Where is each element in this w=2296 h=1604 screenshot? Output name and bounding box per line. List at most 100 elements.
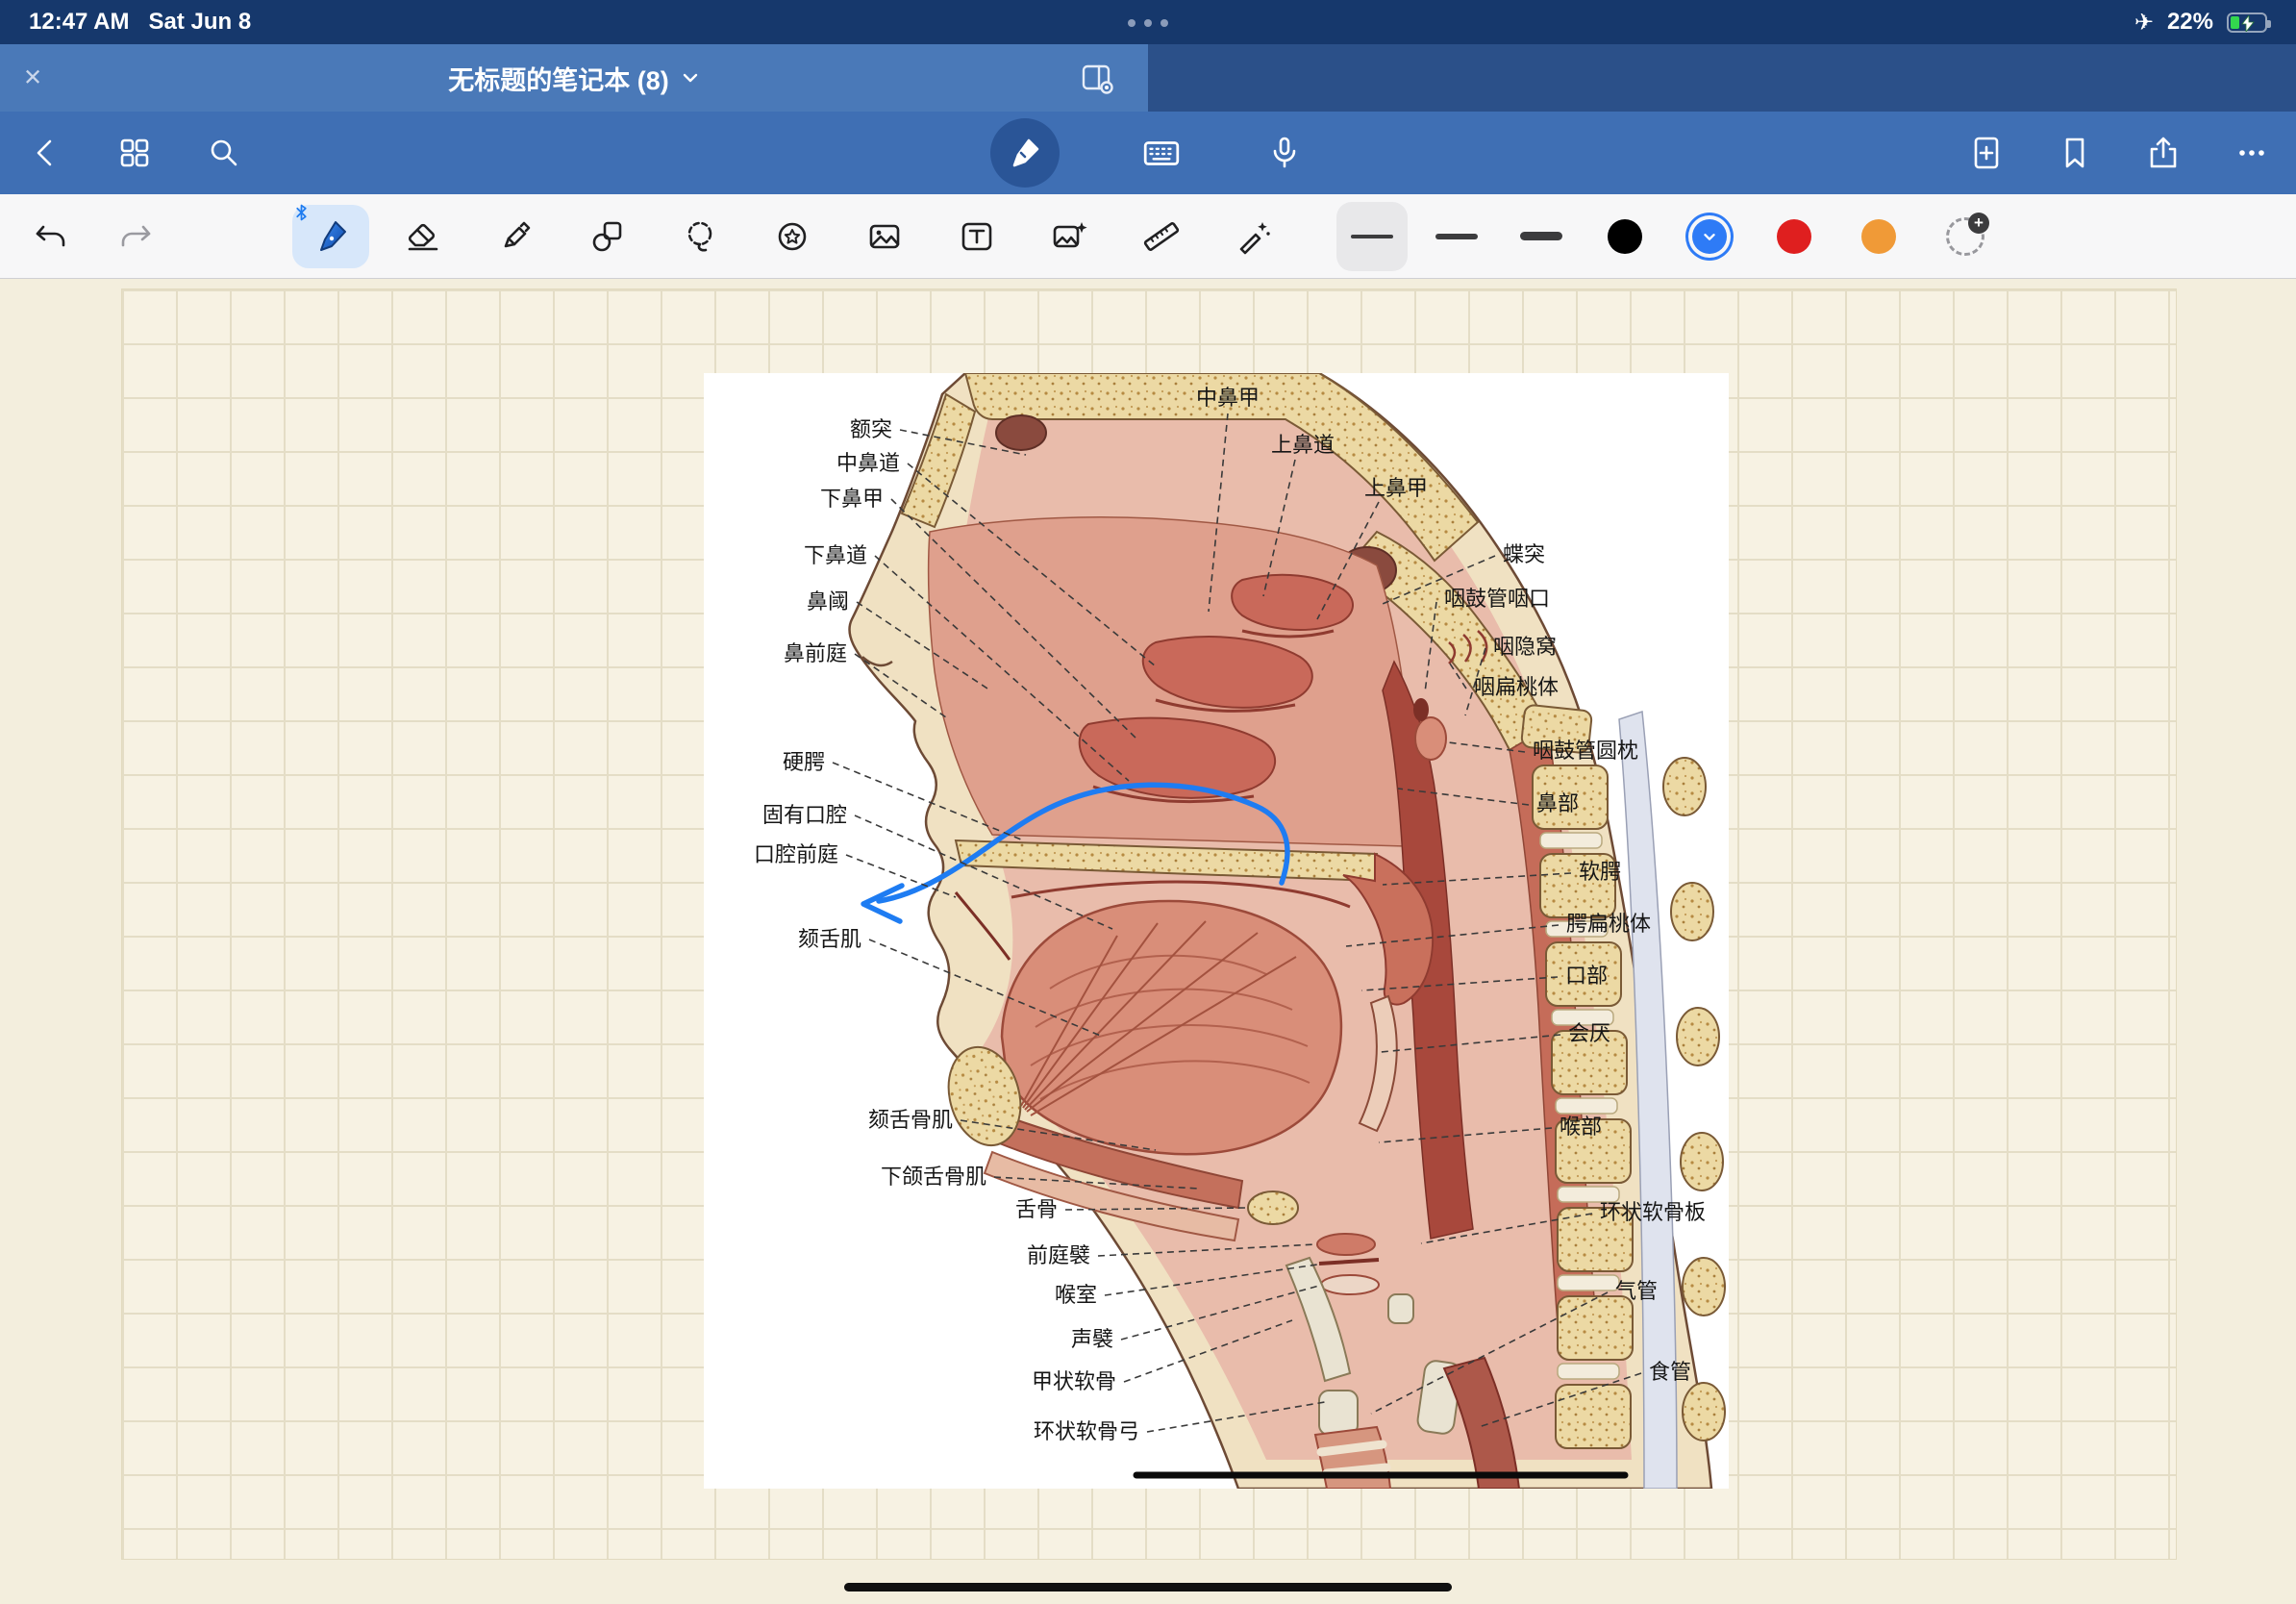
anatomy-label: 喉部: [1560, 1115, 1602, 1139]
image-tool[interactable]: [863, 215, 906, 258]
add-color-icon: +: [1968, 213, 1989, 234]
ruler-tool[interactable]: [1140, 215, 1183, 258]
keyboard-button[interactable]: [1140, 132, 1183, 174]
sticker-tool[interactable]: [771, 215, 813, 258]
color-black[interactable]: [1608, 219, 1642, 254]
thumbnails-button[interactable]: [113, 132, 156, 174]
multitask-dots-icon: [1128, 19, 1168, 27]
nasal-cavity: [929, 517, 1412, 846]
anatomy-label: 下鼻道: [804, 543, 867, 567]
custom-color-button[interactable]: +: [1946, 217, 1984, 256]
anatomy-label: 上鼻道: [1271, 433, 1335, 457]
anatomy-label: 腭扁桃体: [1566, 912, 1651, 936]
anatomy-label: 舌骨: [1015, 1197, 1058, 1221]
notebook-title[interactable]: 无标题的笔记本 (8): [448, 60, 669, 97]
more-button[interactable]: [2231, 132, 2273, 174]
elements-tool[interactable]: [1048, 215, 1090, 258]
chevron-left-icon: [27, 134, 65, 172]
search-button[interactable]: [202, 132, 244, 174]
color-blue-selected[interactable]: [1692, 219, 1727, 254]
pencil-bluetooth-icon: [294, 204, 309, 226]
date: Sat Jun 8: [148, 9, 251, 36]
tools-toolbar: +: [0, 194, 2296, 279]
share-button[interactable]: [2142, 132, 2184, 174]
home-indicator[interactable]: [844, 1583, 1452, 1591]
color-orange[interactable]: [1861, 219, 1896, 254]
anatomy-label: 鼻前庭: [784, 641, 847, 665]
eraser-icon: [404, 217, 442, 256]
redo-icon: [117, 217, 156, 256]
edit-mode-button[interactable]: [990, 118, 1060, 188]
tab-strip: ✕ 无标题的笔记本 (8): [0, 44, 2296, 112]
notebook-tab[interactable]: ✕ 无标题的笔记本 (8): [0, 44, 1148, 112]
stroke-thin-button[interactable]: [1351, 215, 1393, 258]
shapes-icon: [588, 217, 627, 256]
grid-icon: [115, 134, 154, 172]
redo-button[interactable]: [115, 215, 158, 258]
add-page-icon: [1967, 134, 2006, 172]
anatomy-label: 声襞: [1071, 1327, 1113, 1351]
chevron-down-icon[interactable]: [681, 68, 700, 88]
anatomy-label: 下鼻甲: [820, 487, 884, 511]
close-tab-icon[interactable]: ✕: [23, 64, 42, 92]
main-toolbar: [0, 112, 2296, 194]
lasso-icon: [681, 217, 719, 256]
bookmark-button[interactable]: [2054, 132, 2096, 174]
anatomy-label: 中鼻甲: [1196, 386, 1260, 410]
anatomy-label: 口部: [1565, 964, 1608, 988]
notebook-page[interactable]: 额突中鼻道下鼻甲下鼻道鼻阈鼻前庭硬腭固有口腔口腔前庭颏舌肌颏舌骨肌下颌舌骨肌舌骨…: [121, 288, 2177, 1560]
undo-icon: [31, 217, 69, 256]
bookmark-icon: [2056, 134, 2094, 172]
anatomy-label: 额突: [850, 417, 892, 441]
anatomy-image[interactable]: 额突中鼻道下鼻甲下鼻道鼻阈鼻前庭硬腭固有口腔口腔前庭颏舌肌颏舌骨肌下颌舌骨肌舌骨…: [704, 373, 1729, 1489]
stroke-medium-button[interactable]: [1435, 215, 1478, 258]
anatomy-label: 口腔前庭: [754, 842, 838, 866]
canvas-area[interactable]: 额突中鼻道下鼻甲下鼻道鼻阈鼻前庭硬腭固有口腔口腔前庭颏舌肌颏舌骨肌下颌舌骨肌舌骨…: [0, 279, 2296, 1604]
charging-bolt-icon: [2241, 15, 2255, 32]
back-button[interactable]: [25, 132, 67, 174]
anatomy-label: 甲状软骨: [1032, 1369, 1116, 1393]
ruler-icon: [1142, 217, 1181, 256]
anatomy-label: 会厌: [1568, 1021, 1610, 1045]
anatomy-label: 颏舌骨肌: [868, 1108, 953, 1132]
pen-icon: [312, 217, 350, 256]
text-tool[interactable]: [956, 215, 998, 258]
highlighter-tool[interactable]: [494, 215, 537, 258]
microphone-button[interactable]: [1263, 132, 1306, 174]
page-view-icon[interactable]: [1077, 59, 1115, 97]
status-bar: 12:47 AM Sat Jun 8 ✈ 22%: [0, 0, 2296, 44]
anatomy-label: 喉室: [1055, 1283, 1097, 1307]
pen-tool[interactable]: [310, 215, 352, 258]
lasso-tool[interactable]: [679, 215, 721, 258]
anatomy-label: 蝶突: [1503, 542, 1545, 566]
share-icon: [2144, 134, 2183, 172]
battery-percent: 22%: [2167, 9, 2213, 36]
tongue: [1002, 901, 1341, 1154]
anatomy-label: 咽鼓管咽口: [1444, 587, 1550, 611]
elements-icon: [1050, 217, 1088, 256]
color-red[interactable]: [1777, 219, 1811, 254]
anatomy-label: 鼻阈: [807, 589, 849, 614]
airplane-mode-icon: ✈: [2134, 9, 2154, 37]
anatomy-label: 咽鼓管圆枕: [1533, 739, 1638, 763]
anatomy-label: 环状软骨弓: [1034, 1419, 1139, 1443]
stroke-thick-button[interactable]: [1520, 215, 1562, 258]
anatomy-label: 上鼻甲: [1364, 476, 1428, 500]
laser-pointer-tool[interactable]: [1233, 215, 1275, 258]
laser-pen-icon: [1235, 217, 1273, 256]
anatomy-label: 前庭襞: [1027, 1243, 1090, 1267]
eraser-tool[interactable]: [402, 215, 444, 258]
add-page-button[interactable]: [1965, 132, 2008, 174]
undo-button[interactable]: [29, 215, 71, 258]
microphone-icon: [1265, 134, 1304, 172]
anatomy-label: 软腭: [1579, 860, 1621, 884]
anatomy-illustration: 额突中鼻道下鼻甲下鼻道鼻阈鼻前庭硬腭固有口腔口腔前庭颏舌肌颏舌骨肌下颌舌骨肌舌骨…: [704, 373, 1729, 1489]
anatomy-label: 硬腭: [783, 750, 825, 774]
anatomy-label: 固有口腔: [762, 803, 847, 827]
anatomy-label: 环状软骨板: [1600, 1200, 1706, 1224]
shapes-tool[interactable]: [586, 215, 629, 258]
battery-icon: [2227, 13, 2267, 33]
sticker-star-icon: [773, 217, 811, 256]
text-icon: [958, 217, 996, 256]
anatomy-label: 气管: [1615, 1279, 1658, 1303]
